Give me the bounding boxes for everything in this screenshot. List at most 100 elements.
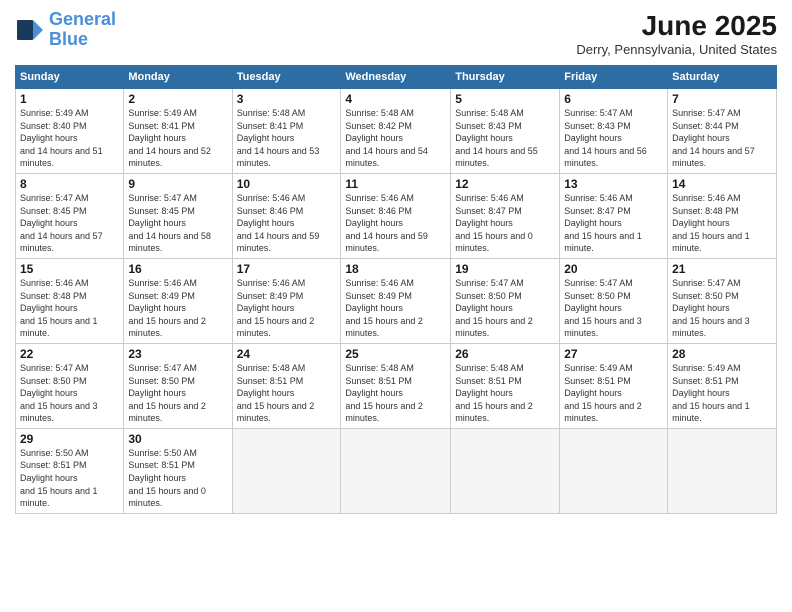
calendar-header-row: Sunday Monday Tuesday Wednesday Thursday… — [16, 66, 777, 89]
day-number: 13 — [564, 177, 663, 191]
day-number: 7 — [672, 92, 772, 106]
day-info: Sunrise: 5:46 AM Sunset: 8:48 PM Dayligh… — [20, 277, 119, 340]
col-friday: Friday — [560, 66, 668, 89]
day-number: 29 — [20, 432, 119, 446]
day-info: Sunrise: 5:47 AM Sunset: 8:50 PM Dayligh… — [672, 277, 772, 340]
day-info: Sunrise: 5:49 AM Sunset: 8:41 PM Dayligh… — [128, 107, 227, 170]
header: General Blue June 2025 Derry, Pennsylvan… — [15, 10, 777, 57]
day-number: 8 — [20, 177, 119, 191]
day-info: Sunrise: 5:46 AM Sunset: 8:47 PM Dayligh… — [564, 192, 663, 255]
day-info: Sunrise: 5:46 AM Sunset: 8:46 PM Dayligh… — [237, 192, 337, 255]
day-info: Sunrise: 5:46 AM Sunset: 8:49 PM Dayligh… — [345, 277, 446, 340]
table-cell — [451, 428, 560, 513]
day-info: Sunrise: 5:48 AM Sunset: 8:51 PM Dayligh… — [237, 362, 337, 425]
table-cell: 28 Sunrise: 5:49 AM Sunset: 8:51 PM Dayl… — [668, 343, 777, 428]
table-cell: 15 Sunrise: 5:46 AM Sunset: 8:48 PM Dayl… — [16, 258, 124, 343]
day-number: 17 — [237, 262, 337, 276]
table-cell: 12 Sunrise: 5:46 AM Sunset: 8:47 PM Dayl… — [451, 173, 560, 258]
day-number: 14 — [672, 177, 772, 191]
day-number: 4 — [345, 92, 446, 106]
day-number: 26 — [455, 347, 555, 361]
table-cell — [560, 428, 668, 513]
table-cell: 2 Sunrise: 5:49 AM Sunset: 8:41 PM Dayli… — [124, 89, 232, 174]
table-cell: 27 Sunrise: 5:49 AM Sunset: 8:51 PM Dayl… — [560, 343, 668, 428]
day-info: Sunrise: 5:47 AM Sunset: 8:43 PM Dayligh… — [564, 107, 663, 170]
table-cell: 24 Sunrise: 5:48 AM Sunset: 8:51 PM Dayl… — [232, 343, 341, 428]
day-info: Sunrise: 5:47 AM Sunset: 8:50 PM Dayligh… — [455, 277, 555, 340]
table-cell: 23 Sunrise: 5:47 AM Sunset: 8:50 PM Dayl… — [124, 343, 232, 428]
col-saturday: Saturday — [668, 66, 777, 89]
day-number: 1 — [20, 92, 119, 106]
calendar: Sunday Monday Tuesday Wednesday Thursday… — [15, 65, 777, 514]
day-number: 11 — [345, 177, 446, 191]
col-wednesday: Wednesday — [341, 66, 451, 89]
day-info: Sunrise: 5:47 AM Sunset: 8:45 PM Dayligh… — [20, 192, 119, 255]
table-cell — [341, 428, 451, 513]
day-info: Sunrise: 5:50 AM Sunset: 8:51 PM Dayligh… — [128, 447, 227, 510]
day-number: 28 — [672, 347, 772, 361]
table-cell: 14 Sunrise: 5:46 AM Sunset: 8:48 PM Dayl… — [668, 173, 777, 258]
table-cell: 5 Sunrise: 5:48 AM Sunset: 8:43 PM Dayli… — [451, 89, 560, 174]
day-number: 10 — [237, 177, 337, 191]
table-cell: 26 Sunrise: 5:48 AM Sunset: 8:51 PM Dayl… — [451, 343, 560, 428]
day-number: 9 — [128, 177, 227, 191]
table-cell: 19 Sunrise: 5:47 AM Sunset: 8:50 PM Dayl… — [451, 258, 560, 343]
day-info: Sunrise: 5:49 AM Sunset: 8:40 PM Dayligh… — [20, 107, 119, 170]
day-info: Sunrise: 5:47 AM Sunset: 8:50 PM Dayligh… — [128, 362, 227, 425]
table-cell: 21 Sunrise: 5:47 AM Sunset: 8:50 PM Dayl… — [668, 258, 777, 343]
logo: General Blue — [15, 10, 116, 50]
day-number: 30 — [128, 432, 227, 446]
day-number: 23 — [128, 347, 227, 361]
day-info: Sunrise: 5:47 AM Sunset: 8:44 PM Dayligh… — [672, 107, 772, 170]
table-cell: 16 Sunrise: 5:46 AM Sunset: 8:49 PM Dayl… — [124, 258, 232, 343]
day-number: 3 — [237, 92, 337, 106]
table-cell: 6 Sunrise: 5:47 AM Sunset: 8:43 PM Dayli… — [560, 89, 668, 174]
day-number: 15 — [20, 262, 119, 276]
day-info: Sunrise: 5:50 AM Sunset: 8:51 PM Dayligh… — [20, 447, 119, 510]
day-info: Sunrise: 5:46 AM Sunset: 8:49 PM Dayligh… — [237, 277, 337, 340]
table-cell: 3 Sunrise: 5:48 AM Sunset: 8:41 PM Dayli… — [232, 89, 341, 174]
day-info: Sunrise: 5:46 AM Sunset: 8:49 PM Dayligh… — [128, 277, 227, 340]
day-number: 21 — [672, 262, 772, 276]
day-number: 20 — [564, 262, 663, 276]
table-cell: 1 Sunrise: 5:49 AM Sunset: 8:40 PM Dayli… — [16, 89, 124, 174]
title-area: June 2025 Derry, Pennsylvania, United St… — [576, 10, 777, 57]
month-title: June 2025 — [576, 10, 777, 42]
table-cell: 7 Sunrise: 5:47 AM Sunset: 8:44 PM Dayli… — [668, 89, 777, 174]
page-container: General Blue June 2025 Derry, Pennsylvan… — [0, 0, 792, 612]
logo-icon — [15, 15, 45, 45]
day-info: Sunrise: 5:48 AM Sunset: 8:51 PM Dayligh… — [455, 362, 555, 425]
day-info: Sunrise: 5:47 AM Sunset: 8:50 PM Dayligh… — [564, 277, 663, 340]
day-number: 5 — [455, 92, 555, 106]
table-cell: 17 Sunrise: 5:46 AM Sunset: 8:49 PM Dayl… — [232, 258, 341, 343]
table-cell: 25 Sunrise: 5:48 AM Sunset: 8:51 PM Dayl… — [341, 343, 451, 428]
col-monday: Monday — [124, 66, 232, 89]
day-info: Sunrise: 5:48 AM Sunset: 8:43 PM Dayligh… — [455, 107, 555, 170]
table-cell: 18 Sunrise: 5:46 AM Sunset: 8:49 PM Dayl… — [341, 258, 451, 343]
day-info: Sunrise: 5:47 AM Sunset: 8:45 PM Dayligh… — [128, 192, 227, 255]
day-number: 12 — [455, 177, 555, 191]
table-cell: 10 Sunrise: 5:46 AM Sunset: 8:46 PM Dayl… — [232, 173, 341, 258]
table-cell: 11 Sunrise: 5:46 AM Sunset: 8:46 PM Dayl… — [341, 173, 451, 258]
day-info: Sunrise: 5:48 AM Sunset: 8:41 PM Dayligh… — [237, 107, 337, 170]
day-number: 24 — [237, 347, 337, 361]
day-number: 27 — [564, 347, 663, 361]
location: Derry, Pennsylvania, United States — [576, 42, 777, 57]
day-number: 19 — [455, 262, 555, 276]
logo-text: General Blue — [49, 10, 116, 50]
table-cell: 8 Sunrise: 5:47 AM Sunset: 8:45 PM Dayli… — [16, 173, 124, 258]
table-cell: 9 Sunrise: 5:47 AM Sunset: 8:45 PM Dayli… — [124, 173, 232, 258]
table-cell: 20 Sunrise: 5:47 AM Sunset: 8:50 PM Dayl… — [560, 258, 668, 343]
table-cell — [668, 428, 777, 513]
day-number: 6 — [564, 92, 663, 106]
day-info: Sunrise: 5:46 AM Sunset: 8:47 PM Dayligh… — [455, 192, 555, 255]
table-cell: 4 Sunrise: 5:48 AM Sunset: 8:42 PM Dayli… — [341, 89, 451, 174]
day-number: 2 — [128, 92, 227, 106]
day-info: Sunrise: 5:46 AM Sunset: 8:46 PM Dayligh… — [345, 192, 446, 255]
day-number: 16 — [128, 262, 227, 276]
table-cell: 22 Sunrise: 5:47 AM Sunset: 8:50 PM Dayl… — [16, 343, 124, 428]
day-number: 18 — [345, 262, 446, 276]
day-number: 22 — [20, 347, 119, 361]
table-cell: 29 Sunrise: 5:50 AM Sunset: 8:51 PM Dayl… — [16, 428, 124, 513]
day-info: Sunrise: 5:46 AM Sunset: 8:48 PM Dayligh… — [672, 192, 772, 255]
